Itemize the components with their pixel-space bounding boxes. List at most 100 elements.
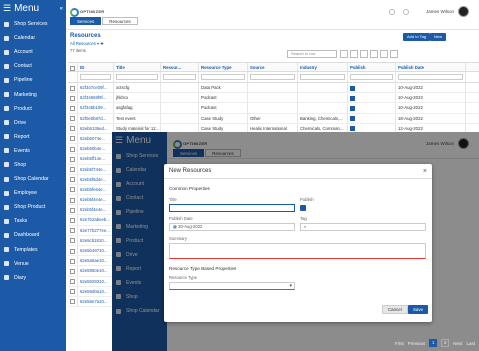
- sort-icon[interactable]: [370, 50, 378, 58]
- row-checkbox[interactable]: [70, 85, 75, 91]
- filter-source-select[interactable]: [250, 74, 295, 80]
- sidebar-item[interactable]: Employee: [0, 186, 66, 200]
- sidebar-item[interactable]: Shop Calendar: [0, 172, 66, 186]
- sidebar-item[interactable]: Diary: [0, 271, 66, 285]
- sidebar-item[interactable]: Account: [0, 45, 66, 59]
- row-checkbox[interactable]: [70, 187, 75, 193]
- filter-icon[interactable]: [390, 50, 398, 58]
- col-source[interactable]: Source: [248, 63, 298, 71]
- filter-id-input[interactable]: [80, 74, 111, 80]
- user-menu[interactable]: James Wilson: [426, 6, 469, 17]
- cell-id[interactable]: 62eb60b4e...: [78, 144, 114, 154]
- pager-page[interactable]: 1: [429, 339, 438, 347]
- pin-icon[interactable]: ✚: [100, 41, 104, 46]
- col-publish-date[interactable]: Publish Date: [396, 63, 466, 71]
- cell-id[interactable]: 62e5c51810...: [78, 235, 114, 245]
- sidebar-item[interactable]: Dashboard: [0, 228, 66, 242]
- save-button[interactable]: Save: [408, 305, 429, 314]
- tab-services[interactable]: Services: [70, 17, 102, 25]
- sidebar-item[interactable]: Templates: [0, 243, 66, 257]
- cell-id[interactable]: 62eb5fe64e...: [78, 184, 114, 195]
- cell-id[interactable]: 62f347ce09f...: [78, 83, 114, 93]
- table-row[interactable]: 62f34669f9f... jhkhcx Podcast 10-Aug-2022: [68, 93, 479, 104]
- row-checkbox[interactable]: [70, 95, 75, 101]
- notification-icon[interactable]: [389, 9, 395, 15]
- cell-id[interactable]: 62e5a6ae10...: [78, 256, 114, 266]
- row-checkbox[interactable]: [70, 299, 75, 305]
- pager-page[interactable]: 2: [441, 339, 450, 347]
- pager-first[interactable]: First: [395, 341, 404, 346]
- filter-type-select[interactable]: [201, 74, 245, 80]
- calendar-icon[interactable]: ▦: [173, 224, 177, 229]
- row-checkbox[interactable]: [70, 279, 75, 285]
- cell-id[interactable]: 62e77b277ee...: [78, 225, 114, 235]
- col-publish[interactable]: Publish: [348, 63, 396, 71]
- sidebar-item[interactable]: Contact: [0, 59, 66, 73]
- cell-id[interactable]: 62e59d0a10...: [78, 286, 114, 296]
- row-checkbox[interactable]: [70, 289, 75, 295]
- menu-icon[interactable]: ☰: [3, 3, 11, 14]
- row-checkbox[interactable]: [70, 105, 75, 111]
- sidebar-item[interactable]: Report: [0, 130, 66, 144]
- filter-date-input[interactable]: [398, 74, 463, 80]
- sidebar-item[interactable]: Tasks: [0, 214, 66, 228]
- pager-last[interactable]: Last: [466, 341, 475, 346]
- title-input[interactable]: [169, 204, 295, 212]
- row-checkbox[interactable]: [70, 197, 75, 203]
- sidebar-item[interactable]: Shop Services: [0, 17, 66, 31]
- filter-resource-input[interactable]: [163, 74, 196, 80]
- row-checkbox[interactable]: [70, 136, 75, 142]
- row-checkbox[interactable]: [70, 248, 75, 254]
- cell-id[interactable]: 62e5b49710...: [78, 246, 114, 256]
- col-resource-type[interactable]: Resource Type: [199, 63, 248, 71]
- col-industry[interactable]: Industry: [298, 63, 348, 71]
- new-button[interactable]: New: [430, 33, 447, 41]
- pager-next[interactable]: Next: [453, 341, 462, 346]
- col-title[interactable]: Title: [114, 63, 161, 71]
- cell-id[interactable]: 62e58e7a10...: [78, 296, 114, 307]
- cell-id[interactable]: 62f0e0b87d...: [78, 113, 114, 123]
- row-checkbox[interactable]: [70, 156, 75, 162]
- collapse-icon[interactable]: «: [60, 6, 63, 12]
- edit-icon[interactable]: [350, 50, 358, 58]
- grid-icon[interactable]: [380, 50, 388, 58]
- row-checkbox[interactable]: [70, 258, 75, 264]
- filter-industry-select[interactable]: [300, 74, 345, 80]
- cell-id[interactable]: 62e5929310...: [78, 276, 114, 286]
- resource-type-select[interactable]: ▾: [169, 282, 295, 290]
- close-icon[interactable]: ×: [423, 168, 427, 175]
- row-checkbox[interactable]: [70, 268, 75, 274]
- list-filter-dropdown[interactable]: All Resources ▾ ✚: [70, 41, 104, 46]
- cancel-button[interactable]: Cancel: [382, 305, 408, 314]
- row-checkbox[interactable]: [70, 126, 75, 132]
- row-checkbox[interactable]: [70, 217, 75, 223]
- tag-input[interactable]: ⌕: [300, 223, 426, 231]
- sidebar-item[interactable]: Venue: [0, 257, 66, 271]
- table-row[interactable]: 62f0e0b87d... Test event Case Study Other Ba…: [68, 113, 479, 124]
- pager-previous[interactable]: Previous: [408, 341, 426, 346]
- row-checkbox[interactable]: [70, 116, 75, 122]
- sidebar-item[interactable]: Events: [0, 144, 66, 158]
- sidebar-item[interactable]: Product: [0, 102, 66, 116]
- publish-date-input[interactable]: ▦ 30-Aug-2022: [169, 223, 295, 231]
- search-input[interactable]: Search in List: [287, 50, 337, 58]
- filter-title-input[interactable]: [116, 74, 158, 80]
- col-id[interactable]: ID: [78, 63, 114, 71]
- add-to-tag-button[interactable]: Add to Tag: [403, 33, 431, 41]
- avatar[interactable]: [458, 6, 469, 17]
- filter-publish-select[interactable]: [350, 74, 393, 80]
- sidebar-item[interactable]: Shop Product: [0, 200, 66, 214]
- cell-id[interactable]: 62e7b2abeeb...: [78, 215, 114, 225]
- cell-id[interactable]: 62eb5f4e4e...: [78, 205, 114, 215]
- row-checkbox[interactable]: [70, 177, 75, 183]
- col-resource[interactable]: Resour...: [161, 63, 199, 71]
- cell-id[interactable]: 62e5950e10...: [78, 266, 114, 276]
- cell-id[interactable]: 62eb5f4e4e...: [78, 195, 114, 205]
- columns-icon[interactable]: [360, 50, 368, 58]
- table-row[interactable]: 62f347ce09f... xctscfg Data Pack 10-Aug-202…: [68, 83, 479, 94]
- row-checkbox[interactable]: [70, 207, 75, 213]
- publish-checkbox[interactable]: [300, 205, 306, 211]
- cell-id[interactable]: 62f345b109...: [78, 103, 114, 113]
- sidebar-item[interactable]: Calendar: [0, 31, 66, 45]
- sidebar-item[interactable]: Pipeline: [0, 73, 66, 87]
